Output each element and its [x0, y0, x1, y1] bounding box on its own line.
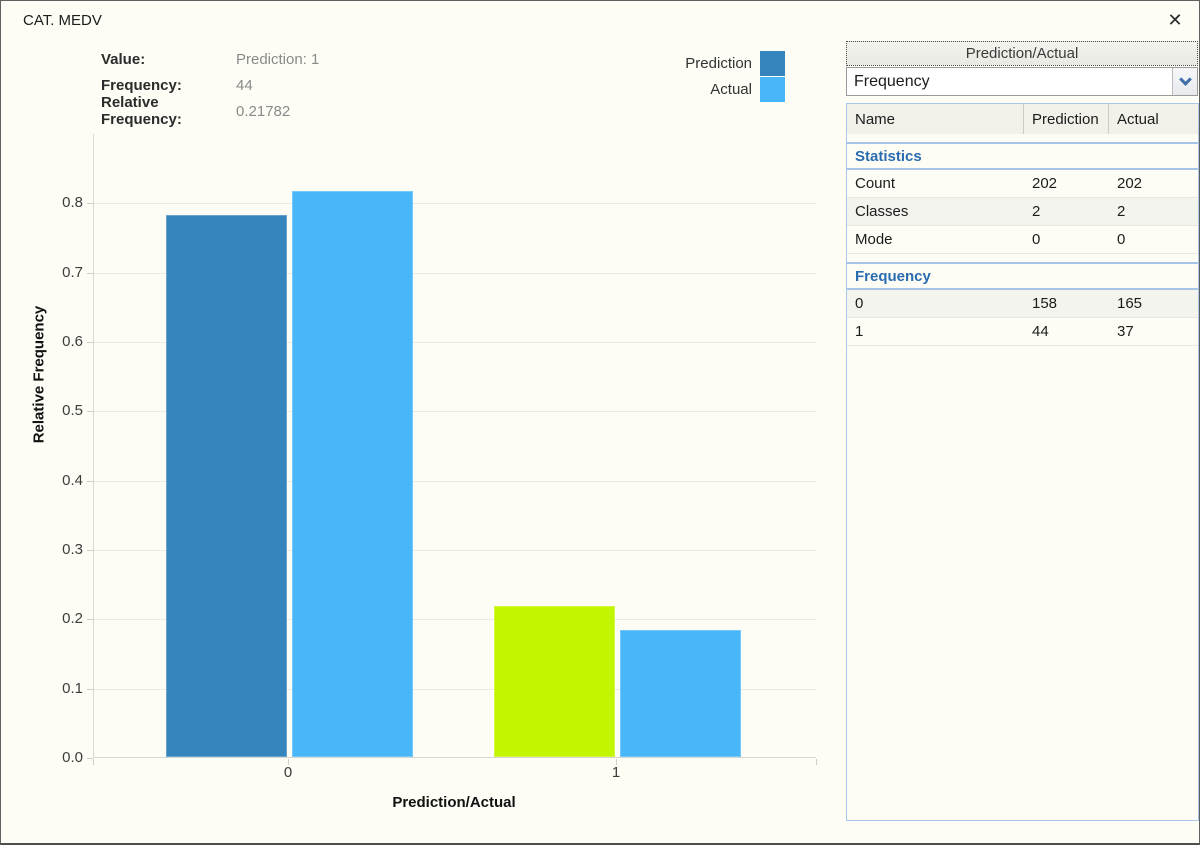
table-cell: 165 [1109, 290, 1198, 317]
x-tick [93, 759, 94, 765]
x-tick [816, 759, 817, 765]
table-cell: Mode [847, 226, 1024, 253]
bar-chart-plot-area [93, 134, 816, 758]
legend-label: Actual [710, 81, 752, 98]
window-title: CAT. MEDV [23, 12, 102, 29]
info-row-relative-frequency: Relative Frequency: 0.21782 [101, 98, 319, 124]
bar-prediction-0[interactable] [166, 215, 287, 757]
gridline [94, 203, 816, 204]
prediction-actual-button[interactable]: Prediction/Actual [846, 41, 1198, 66]
bar-actual-0[interactable] [292, 191, 413, 757]
legend-label: Prediction [685, 55, 752, 72]
x-tick [288, 759, 289, 765]
x-tick-label: 1 [612, 764, 620, 781]
y-tick [87, 411, 93, 412]
y-tick-label: 0.2 [29, 610, 83, 627]
chart-legend: Prediction Actual [685, 51, 785, 103]
table-cell: 202 [1109, 170, 1198, 197]
y-tick [87, 481, 93, 482]
column-header-name[interactable]: Name [847, 104, 1024, 134]
info-label: Value: [101, 51, 236, 68]
column-header-actual[interactable]: Actual [1109, 104, 1198, 134]
y-tick-label: 0.4 [29, 472, 83, 489]
selection-info-panel: Value: Prediction: 1 Frequency: 44 Relat… [101, 46, 319, 124]
dropdown-value: Frequency [847, 73, 1172, 91]
table-cell: 2 [1024, 198, 1109, 225]
y-tick [87, 689, 93, 690]
table-row[interactable]: Count202202 [847, 170, 1198, 198]
legend-swatch-prediction [760, 51, 785, 76]
info-value: Prediction: 1 [236, 51, 319, 68]
y-tick-label: 0.5 [29, 402, 83, 419]
table-section-header: Statistics [847, 142, 1198, 170]
y-tick [87, 342, 93, 343]
x-axis-title: Prediction/Actual [392, 794, 515, 811]
chart-window: CAT. MEDV ✕ Value: Prediction: 1 Frequen… [0, 0, 1200, 845]
close-button[interactable]: ✕ [1161, 7, 1189, 33]
table-row[interactable]: Classes22 [847, 198, 1198, 226]
statistics-table: Name Prediction Actual StatisticsCount20… [846, 103, 1199, 821]
legend-swatch-actual [760, 77, 785, 102]
dropdown-open-button[interactable] [1172, 68, 1197, 95]
y-tick-label: 0.7 [29, 264, 83, 281]
table-cell: 0 [1024, 226, 1109, 253]
legend-item-actual: Actual [685, 77, 785, 102]
table-cell: 2 [1109, 198, 1198, 225]
info-value: 0.21782 [236, 103, 290, 120]
column-header-prediction[interactable]: Prediction [1024, 104, 1109, 134]
table-cell: 44 [1024, 318, 1109, 345]
table-cell: 1 [847, 318, 1024, 345]
bar-actual-1[interactable] [620, 630, 741, 757]
table-body: StatisticsCount202202Classes22Mode00Freq… [847, 142, 1198, 346]
y-tick [87, 619, 93, 620]
table-row[interactable]: 0158165 [847, 290, 1198, 318]
table-cell: 0 [1109, 226, 1198, 253]
y-tick-label: 0.3 [29, 541, 83, 558]
info-label: Relative Frequency: [101, 94, 236, 128]
x-tick [616, 759, 617, 765]
bar-prediction-1[interactable] [494, 606, 615, 757]
table-cell: Count [847, 170, 1024, 197]
info-row-value: Value: Prediction: 1 [101, 46, 319, 72]
table-cell: Classes [847, 198, 1024, 225]
info-label: Frequency: [101, 77, 236, 94]
y-tick-label: 0.6 [29, 333, 83, 350]
y-tick [87, 550, 93, 551]
table-cell: 158 [1024, 290, 1109, 317]
table-cell: 37 [1109, 318, 1198, 345]
y-tick-label: 0.0 [29, 749, 83, 766]
y-axis-title: Relative Frequency [31, 295, 48, 455]
y-tick [87, 273, 93, 274]
y-tick-label: 0.1 [29, 680, 83, 697]
legend-item-prediction: Prediction [685, 51, 785, 76]
table-cell: 0 [847, 290, 1024, 317]
y-tick [87, 203, 93, 204]
table-section-header: Frequency [847, 262, 1198, 290]
close-icon: ✕ [1167, 11, 1182, 29]
info-value: 44 [236, 77, 253, 94]
table-row[interactable]: Mode00 [847, 226, 1198, 254]
table-cell: 202 [1024, 170, 1109, 197]
x-tick-label: 0 [284, 764, 292, 781]
table-row[interactable]: 14437 [847, 318, 1198, 346]
chevron-down-icon [1179, 73, 1192, 86]
display-mode-dropdown[interactable]: Frequency [846, 67, 1198, 96]
y-tick-label: 0.8 [29, 194, 83, 211]
table-header: Name Prediction Actual [847, 104, 1198, 134]
